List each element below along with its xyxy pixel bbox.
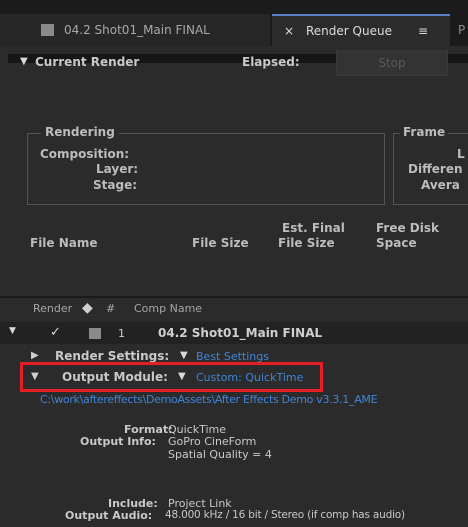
layer-label: Layer:: [96, 162, 139, 176]
render-settings-dropdown-icon[interactable]: ▼: [180, 350, 188, 361]
est-final-header-line2: File Size: [278, 236, 335, 250]
frames-section-title: Frame: [400, 125, 449, 139]
output-info-label: Output Info:: [80, 435, 156, 448]
panel-menu-icon[interactable]: ≡: [418, 16, 428, 46]
free-disk-header-line1: Free Disk: [376, 221, 439, 235]
number-column-header[interactable]: #: [106, 302, 115, 315]
stop-button[interactable]: Stop: [336, 50, 448, 76]
render-settings-twirl-icon[interactable]: ▶: [31, 350, 39, 361]
tab-bar: 04.2 Shot01_Main FINAL × Render Queue ≡ …: [0, 0, 468, 46]
expand-item-icon[interactable]: ▼: [9, 326, 16, 336]
frames-label-3: Avera: [421, 178, 460, 192]
comp-name-column-header[interactable]: Comp Name: [134, 302, 202, 315]
stage-label: Stage:: [93, 178, 138, 192]
file-size-header: File Size: [192, 236, 249, 250]
current-render-title: Current Render: [35, 55, 140, 69]
expand-triangle-icon[interactable]: ▼: [20, 56, 28, 67]
item-comp-name: 04.2 Shot01_Main FINAL: [158, 326, 323, 340]
output-info-value-line1: GoPro CineForm: [168, 435, 257, 448]
output-info-value-line2: Spatial Quality = 4: [168, 448, 272, 461]
rendering-section-title: Rendering: [41, 125, 119, 139]
close-icon[interactable]: ×: [284, 16, 294, 46]
rendering-group: [27, 133, 385, 205]
label-tag-icon[interactable]: ◆: [82, 300, 93, 316]
free-disk-header-line2: Space: [376, 236, 417, 250]
tab-composition[interactable]: 04.2 Shot01_Main FINAL: [0, 14, 270, 46]
composition-label: Composition:: [40, 147, 130, 161]
elapsed-label: Elapsed:: [242, 55, 300, 69]
output-path-link[interactable]: C:\work\aftereffects\DemoAssets\After Ef…: [40, 393, 378, 406]
frames-label-1: L: [457, 147, 465, 161]
label-color-swatch[interactable]: [89, 328, 101, 339]
item-number: 1: [118, 327, 125, 340]
composition-icon: [41, 24, 54, 36]
tab-partial[interactable]: P: [452, 14, 468, 46]
output-audio-label: Output Audio:: [65, 509, 153, 522]
render-column-header[interactable]: Render: [33, 302, 72, 315]
render-settings-label: Render Settings:: [55, 349, 170, 363]
tab-partial-label: P: [458, 23, 466, 37]
output-audio-value: 48.000 kHz / 16 bit / Stereo (if comp ha…: [165, 509, 405, 521]
frames-label-2: Differen: [408, 162, 463, 176]
queue-column-header: Render ◆ # Comp Name: [0, 298, 468, 320]
tab-render-queue[interactable]: × Render Queue ≡: [272, 14, 450, 46]
tab-composition-label: 04.2 Shot01_Main FINAL: [64, 23, 210, 37]
highlight-box: [20, 362, 323, 392]
tab-render-queue-label: Render Queue: [306, 24, 392, 38]
est-final-header-line1: Est. Final: [282, 221, 345, 235]
render-checkbox[interactable]: ✓: [50, 325, 61, 340]
file-name-header: File Name: [30, 236, 98, 250]
